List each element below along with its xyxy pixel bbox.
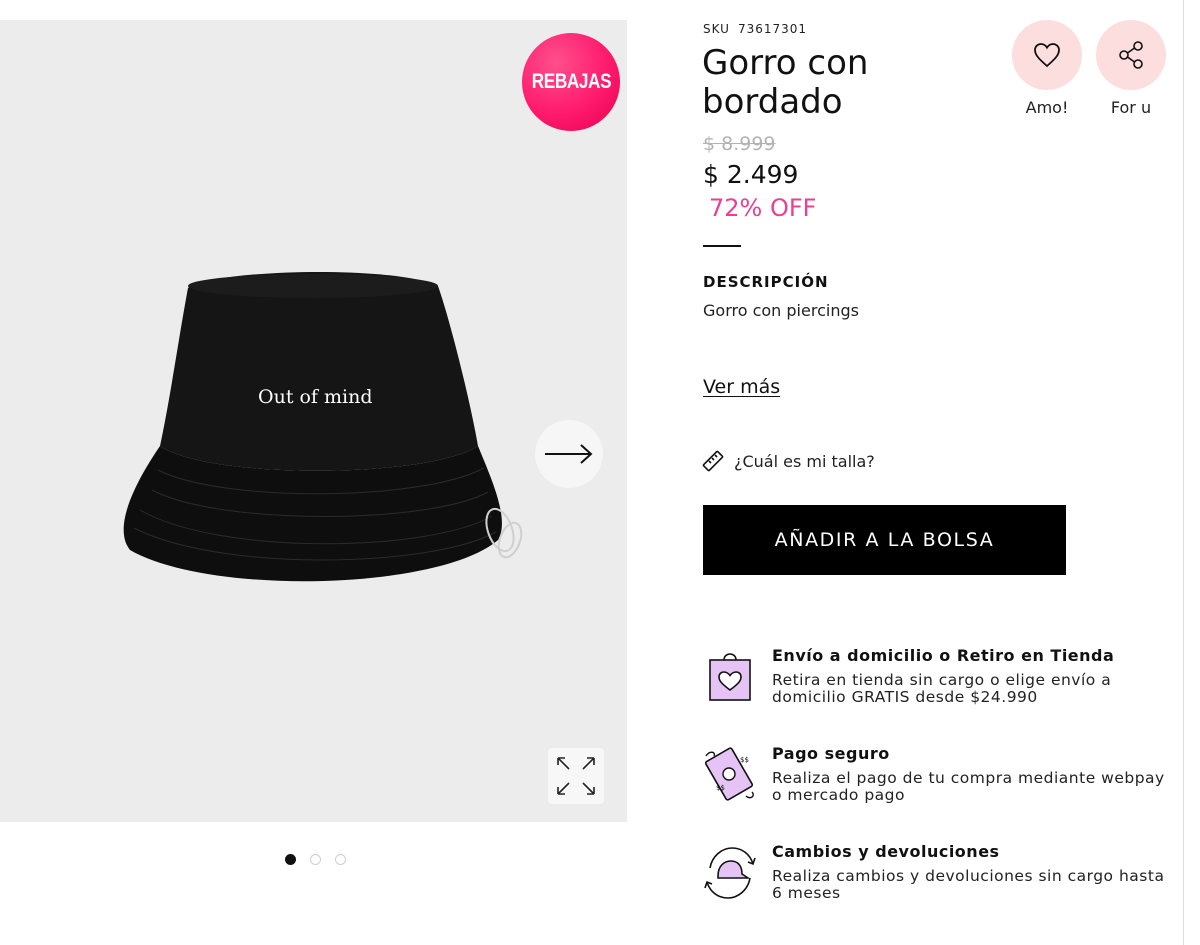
expand-icon — [557, 757, 595, 795]
cap-exchange-icon — [704, 847, 756, 899]
section-divider — [703, 245, 741, 247]
original-price: $ 8.999 — [703, 133, 776, 155]
description-text: Gorro con piercings — [703, 301, 859, 320]
share-icon — [1119, 41, 1143, 69]
feature-returns-text: Realiza cambios y devoluciones sin cargo… — [772, 867, 1165, 902]
sale-badge: REBAJAS — [522, 33, 620, 131]
sku-value: 73617301 — [737, 22, 808, 36]
feature-returns-title: Cambios y devoluciones — [772, 842, 1000, 861]
see-more-link[interactable]: Ver más — [703, 376, 780, 398]
product-image-gallery[interactable]: Out of mind REBAJAS — [0, 20, 627, 822]
money-bills-icon: $$ $$ — [704, 747, 755, 801]
share-button[interactable] — [1096, 20, 1166, 90]
sale-price: $ 2.499 — [703, 160, 799, 189]
sku-label: SKU — [703, 22, 730, 36]
ruler-icon — [702, 450, 724, 472]
product-image: Out of mind — [123, 271, 523, 582]
svg-text:$$: $$ — [716, 784, 725, 792]
pagination-dot-2[interactable] — [310, 854, 321, 865]
fullscreen-button[interactable] — [548, 748, 604, 804]
feature-shipping-text: Retira en tienda sin cargo o elige envío… — [772, 671, 1112, 706]
shopping-bag-heart-icon — [709, 653, 751, 701]
next-image-button[interactable] — [535, 420, 603, 488]
svg-text:$$: $$ — [740, 756, 749, 764]
feature-shipping-title: Envío a domicilio o Retiro en Tienda — [772, 646, 1115, 665]
feature-payment-title: Pago seguro — [772, 744, 890, 763]
add-to-bag-button[interactable]: AÑADIR A LA BOLSA — [703, 505, 1066, 575]
sale-badge-label: REBAJAS — [531, 70, 611, 93]
share-label: For u — [1110, 98, 1152, 117]
description-heading: DESCRIPCIÓN — [703, 273, 829, 291]
favorite-label: Amo! — [1025, 98, 1069, 117]
size-guide-label: ¿Cuál es mi talla? — [734, 451, 875, 471]
favorite-button[interactable] — [1012, 20, 1082, 90]
product-title: Gorro con bordado — [702, 43, 869, 122]
page-divider — [1183, 0, 1184, 945]
feature-payment-text: Realiza el pago de tu compra mediante we… — [772, 769, 1165, 804]
discount-percentage: 72% OFF — [709, 194, 817, 222]
size-guide-link[interactable]: ¿Cuál es mi talla? — [700, 448, 875, 474]
hat-embroidery-text: Out of mind — [258, 386, 373, 408]
pagination-dot-1[interactable] — [285, 854, 296, 865]
arrow-right-icon — [545, 444, 593, 464]
heart-icon — [1034, 43, 1060, 68]
pagination-dot-3[interactable] — [335, 854, 346, 865]
gallery-pagination — [285, 854, 346, 865]
product-sku: SKU 73617301 — [703, 22, 807, 36]
